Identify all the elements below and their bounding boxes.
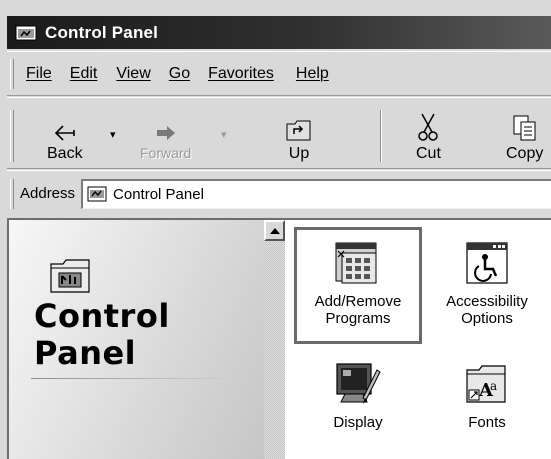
item-display[interactable]: Display [294, 352, 422, 431]
items-view: Add/Remove Programs Accessibility Option… [285, 220, 551, 459]
back-button[interactable]: Back [47, 108, 83, 163]
control-panel-folder-icon [49, 256, 93, 301]
menu-favorites[interactable]: Favorites [208, 65, 274, 83]
up-button[interactable]: Up [286, 108, 312, 163]
forward-dropdown-icon[interactable]: ▾ [221, 128, 227, 141]
copy-icon [512, 108, 538, 142]
address-bar: Address Control Panel [7, 170, 551, 216]
panel-divider [31, 378, 241, 379]
forward-label: Forward [140, 145, 192, 161]
item-label: Display [333, 414, 383, 431]
scroll-up-button[interactable] [264, 220, 285, 241]
info-panel: Control Panel [9, 220, 264, 459]
item-accessibility-options[interactable]: Accessibility Options [423, 227, 551, 327]
panel-title: Control Panel [34, 298, 170, 372]
window-title: Control Panel [45, 22, 159, 42]
chevron-up-icon [269, 227, 280, 234]
forward-arrow-icon [155, 108, 177, 142]
accessibility-icon [465, 231, 509, 287]
menu-file[interactable]: File [26, 65, 52, 83]
item-label: Add/Remove Programs [314, 293, 402, 327]
back-label: Back [47, 145, 83, 162]
cut-label: Cut [416, 145, 441, 162]
toolbar: Back ▾ Forward ▾ Up Cut Copy [7, 97, 551, 169]
panel-title-line1: Control [34, 297, 170, 335]
control-panel-icon [15, 23, 37, 43]
address-value: Control Panel [113, 185, 204, 203]
add-remove-programs-icon [334, 231, 382, 287]
address-input[interactable]: Control Panel [81, 178, 551, 209]
item-add-remove-programs[interactable]: Add/Remove Programs [294, 227, 422, 344]
toolbar-separator [380, 110, 382, 162]
up-label: Up [288, 145, 310, 162]
back-dropdown-icon[interactable]: ▾ [110, 128, 116, 141]
content-area: Control Panel Add/Remove Programs Access… [7, 218, 551, 459]
copy-button[interactable]: Copy [506, 108, 543, 163]
up-folder-icon [286, 108, 312, 142]
title-bar[interactable]: Control Panel [7, 16, 551, 49]
menu-grip[interactable] [10, 58, 14, 89]
item-fonts[interactable]: A a Fonts [423, 352, 551, 431]
fonts-folder-icon: A a [465, 352, 509, 408]
cut-button[interactable]: Cut [416, 108, 441, 163]
back-arrow-icon [54, 108, 76, 142]
toolbar-grip[interactable] [10, 110, 14, 162]
address-grip[interactable] [10, 178, 14, 209]
menu-view[interactable]: View [116, 65, 150, 83]
scissors-icon [417, 108, 439, 142]
svg-text:a: a [490, 379, 497, 393]
address-label: Address [20, 185, 76, 202]
item-label: Accessibility Options [446, 293, 528, 327]
copy-label: Copy [506, 145, 544, 162]
forward-button[interactable]: Forward [140, 108, 191, 161]
menu-help[interactable]: Help [296, 65, 329, 83]
control-panel-window: Control Panel File Edit View Go Favorite… [0, 0, 551, 459]
panel-title-line2: Panel [34, 334, 137, 372]
menu-bar: File Edit View Go Favorites Help [7, 51, 551, 96]
display-icon [333, 352, 383, 408]
menu-edit[interactable]: Edit [70, 65, 98, 83]
menu-go[interactable]: Go [169, 65, 190, 83]
vertical-scrollbar[interactable] [264, 220, 285, 459]
control-panel-icon [87, 185, 107, 203]
item-label: Fonts [468, 414, 506, 431]
